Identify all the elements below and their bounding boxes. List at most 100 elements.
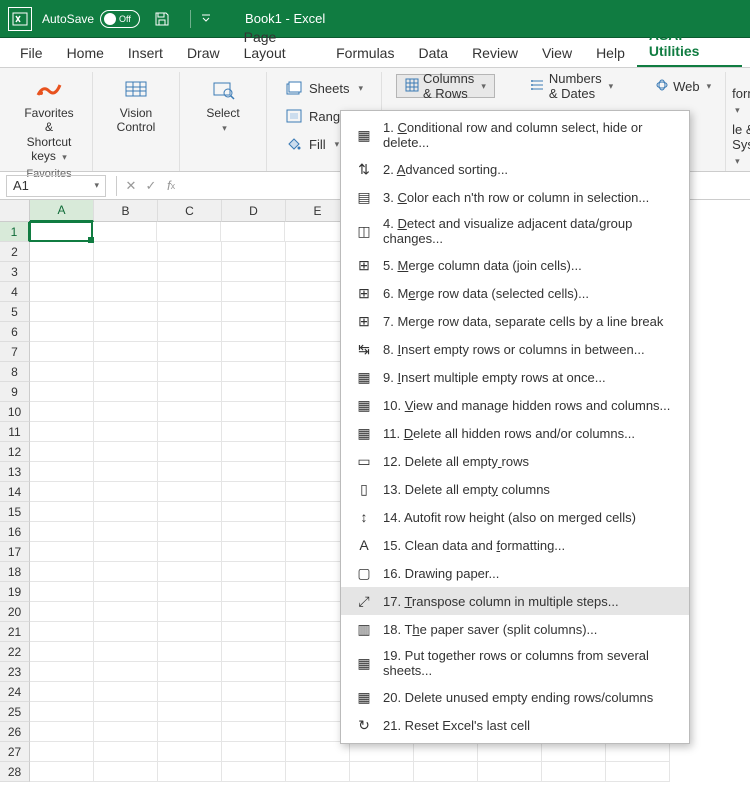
row-header[interactable]: 25 bbox=[0, 702, 30, 722]
cell[interactable] bbox=[158, 622, 222, 642]
cell[interactable] bbox=[94, 282, 158, 302]
tab-view[interactable]: View bbox=[530, 39, 584, 67]
cell[interactable] bbox=[158, 462, 222, 482]
row-header[interactable]: 27 bbox=[0, 742, 30, 762]
cell[interactable] bbox=[222, 262, 286, 282]
cell[interactable] bbox=[478, 762, 542, 782]
row-header[interactable]: 4 bbox=[0, 282, 30, 302]
cell[interactable] bbox=[30, 322, 94, 342]
accept-formula-button[interactable]: ✓ bbox=[141, 176, 161, 196]
row-header[interactable]: 19 bbox=[0, 582, 30, 602]
row-header[interactable]: 2 bbox=[0, 242, 30, 262]
cell[interactable] bbox=[158, 402, 222, 422]
cell[interactable] bbox=[94, 442, 158, 462]
menu-item-15[interactable]: A15. Clean data and formatting... bbox=[341, 531, 689, 559]
row-header[interactable]: 1 bbox=[0, 222, 30, 242]
column-header[interactable]: A bbox=[30, 200, 94, 222]
cell[interactable] bbox=[414, 742, 478, 762]
cell[interactable] bbox=[94, 322, 158, 342]
menu-item-16[interactable]: ▢16. Drawing paper... bbox=[341, 559, 689, 587]
row-header[interactable]: 11 bbox=[0, 422, 30, 442]
cell[interactable] bbox=[30, 422, 94, 442]
sheets-button[interactable]: Sheets▾ bbox=[279, 76, 369, 100]
cell[interactable] bbox=[222, 502, 286, 522]
file-system-button[interactable]: le & System ▾ bbox=[732, 122, 750, 167]
cell[interactable] bbox=[222, 422, 286, 442]
cell[interactable] bbox=[158, 342, 222, 362]
cell[interactable] bbox=[30, 402, 94, 422]
cell[interactable] bbox=[94, 622, 158, 642]
cell[interactable] bbox=[94, 382, 158, 402]
cell[interactable] bbox=[158, 762, 222, 782]
cell[interactable] bbox=[478, 742, 542, 762]
cell[interactable] bbox=[222, 562, 286, 582]
cell[interactable] bbox=[222, 442, 286, 462]
cell[interactable] bbox=[30, 662, 94, 682]
cell[interactable] bbox=[221, 222, 285, 242]
cell[interactable] bbox=[222, 482, 286, 502]
menu-item-17[interactable]: ⤢17. Transpose column in multiple steps.… bbox=[341, 587, 689, 615]
row-header[interactable]: 15 bbox=[0, 502, 30, 522]
cell[interactable] bbox=[222, 722, 286, 742]
cell[interactable] bbox=[158, 522, 222, 542]
information-button[interactable]: formation ▾ bbox=[732, 86, 750, 116]
row-header[interactable]: 22 bbox=[0, 642, 30, 662]
cell[interactable] bbox=[158, 282, 222, 302]
cell[interactable] bbox=[94, 722, 158, 742]
tab-page-layout[interactable]: Page Layout bbox=[232, 23, 325, 67]
tab-data[interactable]: Data bbox=[406, 39, 460, 67]
row-header[interactable]: 5 bbox=[0, 302, 30, 322]
cell[interactable] bbox=[30, 582, 94, 602]
cell[interactable] bbox=[30, 522, 94, 542]
tab-formulas[interactable]: Formulas bbox=[324, 39, 406, 67]
cell[interactable] bbox=[222, 242, 286, 262]
menu-item-11[interactable]: ▦11. Delete all hidden rows and/or colum… bbox=[341, 419, 689, 447]
cell[interactable] bbox=[30, 702, 94, 722]
cell[interactable] bbox=[30, 362, 94, 382]
tab-asap-utilities[interactable]: ASAP Utilities bbox=[637, 21, 742, 67]
row-header[interactable]: 20 bbox=[0, 602, 30, 622]
cell[interactable] bbox=[414, 762, 478, 782]
cell[interactable] bbox=[158, 422, 222, 442]
cell[interactable] bbox=[222, 402, 286, 422]
cell[interactable] bbox=[158, 562, 222, 582]
cell[interactable] bbox=[30, 562, 94, 582]
menu-item-13[interactable]: ▯13. Delete all empty columns bbox=[341, 475, 689, 503]
cell[interactable] bbox=[286, 742, 350, 762]
cell[interactable] bbox=[286, 762, 350, 782]
row-header[interactable]: 13 bbox=[0, 462, 30, 482]
row-header[interactable]: 16 bbox=[0, 522, 30, 542]
cell[interactable] bbox=[222, 522, 286, 542]
cell[interactable] bbox=[158, 642, 222, 662]
cell[interactable] bbox=[30, 622, 94, 642]
cell[interactable] bbox=[158, 662, 222, 682]
cell[interactable] bbox=[222, 302, 286, 322]
menu-item-1[interactable]: ▦1. Conditional row and column select, h… bbox=[341, 115, 689, 155]
cell[interactable] bbox=[158, 702, 222, 722]
column-header[interactable]: C bbox=[158, 200, 222, 222]
menu-item-4[interactable]: ◫4. Detect and visualize adjacent data/g… bbox=[341, 211, 689, 251]
name-box[interactable]: A1 ▾ bbox=[6, 175, 106, 197]
cell[interactable] bbox=[94, 582, 158, 602]
row-header[interactable]: 26 bbox=[0, 722, 30, 742]
columns-rows-button[interactable]: Columns & Rows▾ bbox=[396, 74, 495, 98]
menu-item-18[interactable]: ▥18. The paper saver (split columns)... bbox=[341, 615, 689, 643]
cell[interactable] bbox=[94, 502, 158, 522]
cell[interactable] bbox=[94, 302, 158, 322]
cell[interactable] bbox=[30, 682, 94, 702]
cell[interactable] bbox=[158, 542, 222, 562]
fx-button[interactable]: fx bbox=[161, 176, 181, 196]
menu-item-8[interactable]: ↹8. Insert empty rows or columns in betw… bbox=[341, 335, 689, 363]
menu-item-10[interactable]: ▦10. View and manage hidden rows and col… bbox=[341, 391, 689, 419]
menu-item-6[interactable]: ⊞6. Merge row data (selected cells)... bbox=[341, 279, 689, 307]
cell[interactable] bbox=[94, 462, 158, 482]
cell[interactable] bbox=[222, 622, 286, 642]
row-header[interactable]: 6 bbox=[0, 322, 30, 342]
tab-draw[interactable]: Draw bbox=[175, 39, 232, 67]
cell[interactable] bbox=[158, 322, 222, 342]
cell[interactable] bbox=[222, 462, 286, 482]
cell[interactable] bbox=[94, 522, 158, 542]
vision-control-button[interactable]: Vision Control bbox=[101, 72, 171, 139]
cell[interactable] bbox=[94, 402, 158, 422]
cell[interactable] bbox=[158, 382, 222, 402]
